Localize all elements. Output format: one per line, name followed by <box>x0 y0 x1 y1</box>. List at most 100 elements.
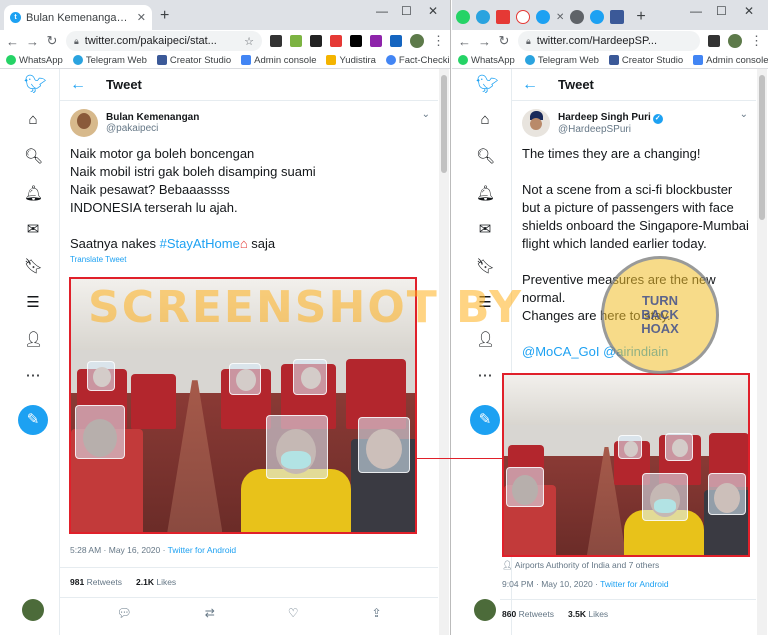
twitter-tab-icon[interactable] <box>590 10 605 24</box>
home-icon[interactable]: ⌂ <box>476 111 494 129</box>
reload-icon[interactable]: ↻ <box>46 33 58 49</box>
tweet-photo[interactable] <box>69 277 417 534</box>
browser-tab-active[interactable]: t Bulan Kemenangan on Twitter: "N ✕ <box>4 5 152 30</box>
lists-icon[interactable]: ☰ <box>476 294 494 312</box>
tab-icon[interactable] <box>516 10 530 24</box>
author-name[interactable]: Hardeep Singh Puri <box>558 112 651 123</box>
back-arrow-icon[interactable]: ← <box>522 76 548 94</box>
share-icon[interactable]: ⇪ <box>371 606 381 620</box>
menu-dots-icon[interactable]: ⋮ <box>432 33 445 49</box>
author-avatar[interactable] <box>522 109 550 137</box>
bookmark-admin-console[interactable]: Admin console <box>241 55 316 66</box>
reload-icon[interactable]: ↻ <box>498 33 510 49</box>
extension-icon[interactable] <box>390 35 402 47</box>
star-icon[interactable]: ☆ <box>244 35 254 48</box>
retweet-count[interactable]: 860 Retweets <box>502 609 554 619</box>
minimize-icon[interactable]: — <box>690 4 702 18</box>
retweet-count[interactable]: 981 Retweets <box>70 577 122 587</box>
forward-icon[interactable]: → <box>478 34 491 49</box>
address-bar[interactable]: 🔒︎ twitter.com/pakaipeci/stat... ☆ <box>66 31 262 51</box>
more-icon[interactable]: ⋯ <box>24 367 42 385</box>
messages-icon[interactable]: ✉ <box>24 221 42 239</box>
back-arrow-icon[interactable]: ← <box>70 76 96 94</box>
account-avatar[interactable] <box>474 599 496 621</box>
bookmark-creator-studio[interactable]: Creator Studio <box>608 55 683 66</box>
bookmarks-icon[interactable]: 🔖︎ <box>24 258 43 276</box>
profile-avatar[interactable] <box>410 34 424 48</box>
globe-tab-icon[interactable] <box>570 10 585 24</box>
translate-tweet-link[interactable]: Translate Tweet <box>60 253 438 264</box>
scrollbar[interactable] <box>439 69 449 635</box>
back-icon[interactable]: ← <box>6 34 19 49</box>
bookmark-telegram[interactable]: Telegram Web <box>72 55 147 66</box>
tab-icon[interactable] <box>496 10 510 24</box>
maximize-icon[interactable]: ☐ <box>716 4 727 18</box>
twitter-tab-icon[interactable] <box>536 10 550 24</box>
tweet-photo[interactable] <box>502 373 750 557</box>
close-tab-icon[interactable]: ✕ <box>137 11 146 24</box>
extension-icon[interactable] <box>370 35 382 47</box>
profile-icon[interactable]: 👤︎ <box>476 331 495 349</box>
account-avatar[interactable] <box>22 599 44 621</box>
maximize-icon[interactable]: ☐ <box>401 4 412 18</box>
like-count[interactable]: 3.5K Likes <box>568 609 608 619</box>
explore-icon[interactable]: 🔍︎ <box>24 148 43 166</box>
home-icon[interactable]: ⌂ <box>24 111 42 129</box>
facebook-tab-icon[interactable] <box>610 10 625 24</box>
profile-icon[interactable]: 👤︎ <box>24 331 43 349</box>
extension-icon[interactable] <box>270 35 282 47</box>
extension-icon[interactable] <box>708 35 720 47</box>
extension-icon[interactable] <box>290 35 302 47</box>
bookmark-telegram[interactable]: Telegram Web <box>524 55 599 66</box>
messages-icon[interactable]: ✉ <box>476 221 494 239</box>
like-count[interactable]: 2.1K Likes <box>136 577 176 587</box>
bookmark-creator-studio[interactable]: Creator Studio <box>156 55 231 66</box>
compose-tweet-icon[interactable]: ✎ <box>18 405 48 435</box>
scrollbar[interactable] <box>757 69 767 635</box>
bookmark-fact-checking[interactable]: Fact-Checking <box>385 55 450 66</box>
notifications-icon[interactable]: 🔔︎ <box>24 185 43 203</box>
extension-icon[interactable] <box>330 35 342 47</box>
back-icon[interactable]: ← <box>458 34 471 49</box>
retweet-icon[interactable]: ⇄ <box>205 606 215 620</box>
author-name[interactable]: Bulan Kemenangan <box>106 112 199 123</box>
extension-icon[interactable] <box>350 35 362 47</box>
address-bar[interactable]: 🔒︎ twitter.com/HardeepSP... <box>518 31 700 51</box>
close-window-icon[interactable]: ✕ <box>428 4 438 18</box>
notifications-icon[interactable]: 🔔︎ <box>476 185 495 203</box>
lists-icon[interactable]: ☰ <box>24 294 42 312</box>
author-handle: @pakaipeci <box>106 123 159 134</box>
explore-icon[interactable]: 🔍︎ <box>476 148 495 166</box>
twitter-bird-icon[interactable]: 🐦︎ <box>476 75 499 93</box>
bookmark-yudistira[interactable]: Yudistira <box>326 55 376 66</box>
reply-icon[interactable]: 💬︎ <box>116 606 131 620</box>
forward-icon[interactable]: → <box>26 34 39 49</box>
whatsapp-tab-icon[interactable] <box>456 10 470 24</box>
more-icon[interactable]: ⋯ <box>476 367 494 385</box>
tweet-source-link[interactable]: Twitter for Android <box>168 545 237 555</box>
tweet-source-link[interactable]: Twitter for Android <box>600 579 669 589</box>
profile-avatar[interactable] <box>728 34 742 48</box>
tweet-author[interactable]: Hardeep Singh Puri ✓ @HardeepSPuri ⌄ <box>512 101 756 137</box>
extension-icon[interactable] <box>310 35 322 47</box>
hashtag-link[interactable]: #StayAtHome <box>160 236 240 251</box>
tagged-users[interactable]: 👤︎ Airports Authority of India and 7 oth… <box>500 560 756 571</box>
close-window-icon[interactable]: ✕ <box>744 4 754 18</box>
new-tab-icon[interactable]: + <box>160 7 169 25</box>
like-icon[interactable]: ♡ <box>288 606 299 620</box>
bookmark-whatsapp[interactable]: WhatsApp <box>458 55 515 66</box>
new-tab-icon[interactable]: + <box>636 8 645 26</box>
close-tab-icon[interactable]: ✕ <box>556 12 564 23</box>
compose-tweet-icon[interactable]: ✎ <box>470 405 500 435</box>
minimize-icon[interactable]: — <box>376 4 388 18</box>
telegram-tab-icon[interactable] <box>476 10 490 24</box>
bookmarks-icon[interactable]: 🔖︎ <box>476 258 495 276</box>
chevron-down-icon[interactable]: ⌄ <box>740 109 748 120</box>
bookmark-admin-console[interactable]: Admin console <box>693 55 768 66</box>
chevron-down-icon[interactable]: ⌄ <box>422 109 430 120</box>
tweet-author[interactable]: Bulan Kemenangan @pakaipeci ⌄ <box>60 101 438 137</box>
bookmark-whatsapp[interactable]: WhatsApp <box>6 55 63 66</box>
author-avatar[interactable] <box>70 109 98 137</box>
menu-dots-icon[interactable]: ⋮ <box>750 33 763 49</box>
twitter-bird-icon[interactable]: 🐦︎ <box>24 75 47 93</box>
